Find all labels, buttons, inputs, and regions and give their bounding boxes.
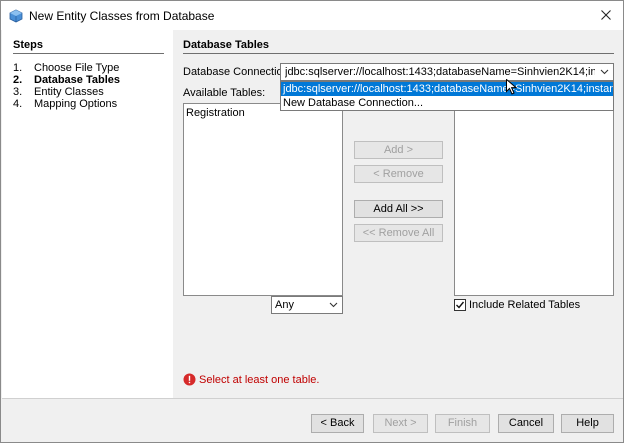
finish-button[interactable]: Finish: [435, 414, 490, 433]
cancel-button[interactable]: Cancel: [498, 414, 554, 433]
step-label: Database Tables: [34, 74, 121, 86]
content-panel: Database Tables Database Connection: jdb…: [173, 30, 623, 398]
back-button[interactable]: < Back: [311, 414, 364, 433]
dropdown-option-new-connection[interactable]: New Database Connection...: [281, 96, 613, 110]
window-title: New Entity Classes from Database: [29, 9, 215, 23]
include-related-checkbox[interactable]: [454, 299, 466, 311]
step-item: 4. Mapping Options: [13, 98, 120, 110]
step-item-active: 2. Database Tables: [13, 74, 120, 86]
available-tables-list[interactable]: Registration: [183, 103, 343, 296]
connection-dropdown-list: jdbc:sqlserver://localhost:1433;database…: [280, 81, 614, 111]
netbeans-cube-icon: [9, 9, 23, 23]
help-button[interactable]: Help: [561, 414, 614, 433]
steps-panel: Steps 1. Choose File Type 2. Database Tabl…: [2, 30, 173, 398]
include-related-label: Include Related Tables: [469, 299, 581, 311]
checkmark-icon: [456, 301, 465, 309]
steps-title: Steps: [13, 39, 43, 51]
add-button[interactable]: Add >: [354, 141, 443, 159]
filter-value: Any: [275, 299, 294, 311]
available-tables-label: Available Tables:: [183, 87, 266, 99]
step-number: 3.: [13, 86, 23, 98]
error-icon: [183, 373, 196, 386]
next-button[interactable]: Next >: [373, 414, 428, 433]
dialog-window: New Entity Classes from Database Steps 1…: [0, 0, 624, 443]
step-item: 1. Choose File Type: [13, 62, 120, 74]
step-number: 2.: [13, 74, 23, 86]
step-label: Choose File Type: [34, 62, 120, 74]
step-item: 3. Entity Classes: [13, 86, 120, 98]
remove-button[interactable]: < Remove: [354, 165, 443, 183]
chevron-down-icon: [329, 302, 338, 308]
step-label: Mapping Options: [34, 98, 118, 110]
step-number: 1.: [13, 62, 23, 74]
error-message: Select at least one table.: [199, 374, 320, 386]
close-button[interactable]: [595, 4, 617, 26]
steps-list: 1. Choose File Type 2. Database Tables 3. E…: [13, 62, 120, 110]
step-label: Entity Classes: [34, 86, 104, 98]
connection-value: jdbc:sqlserver://localhost:1433;database…: [285, 66, 595, 78]
add-all-button[interactable]: Add All >>: [354, 200, 443, 218]
dropdown-option-selected[interactable]: jdbc:sqlserver://localhost:1433;database…: [281, 82, 613, 96]
close-icon: [601, 10, 611, 20]
button-bar: < Back Next > Finish Cancel Help: [2, 398, 623, 442]
selected-tables-list[interactable]: [454, 103, 614, 296]
step-number: 4.: [13, 98, 23, 110]
chevron-down-icon: [600, 69, 609, 75]
table-filter-select[interactable]: Any: [271, 296, 343, 314]
mouse-cursor-icon: [506, 79, 517, 95]
database-connection-select[interactable]: jdbc:sqlserver://localhost:1433;database…: [280, 63, 614, 81]
section-divider: [183, 53, 614, 54]
connection-label: Database Connection:: [183, 66, 292, 78]
steps-divider: [13, 53, 164, 54]
section-title: Database Tables: [183, 39, 270, 51]
remove-all-button[interactable]: << Remove All: [354, 224, 443, 242]
title-bar: New Entity Classes from Database: [1, 1, 623, 30]
